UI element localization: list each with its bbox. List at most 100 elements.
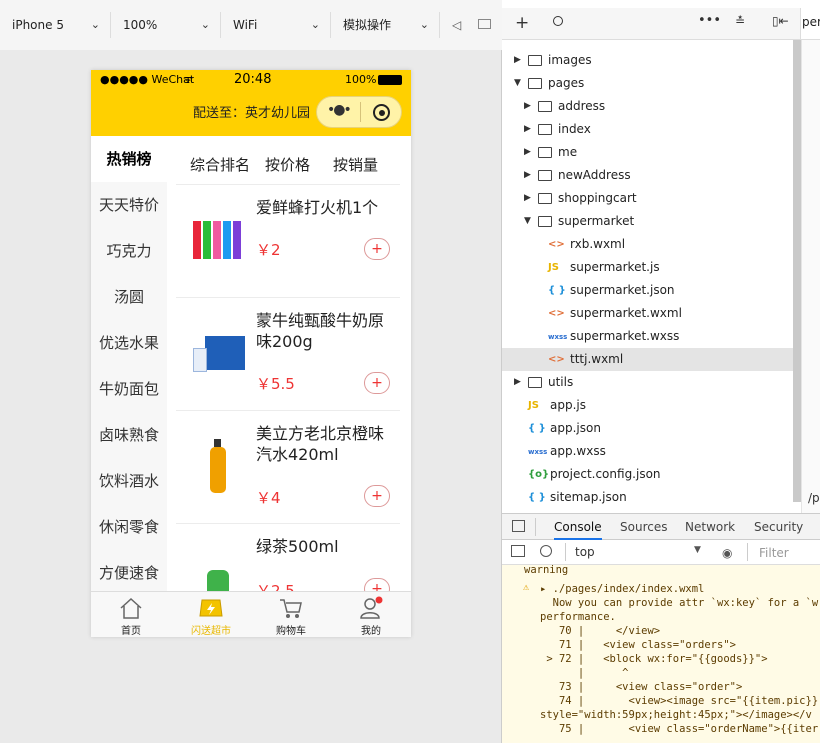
tree-folder-me[interactable]: ▶ me — [502, 141, 793, 164]
sort-tab-price[interactable]: 按价格 — [265, 154, 310, 175]
tree-file-tttj[interactable]: <> tttj.wxml — [502, 348, 793, 371]
sidebar-toggle-icon[interactable] — [511, 545, 525, 557]
nav-item-hot[interactable]: 热销榜 — [91, 136, 167, 182]
tree-file-sitemap[interactable]: { } sitemap.json — [502, 486, 793, 509]
folder-open-icon — [528, 78, 542, 89]
add-to-cart-button[interactable]: + — [364, 238, 390, 260]
nav-item[interactable]: 优选水果 — [91, 320, 167, 366]
product-card[interactable]: 蒙牛纯甄酸牛奶原味200g ￥5.5 + — [176, 298, 400, 411]
plus-icon[interactable]: + — [515, 13, 529, 33]
tab-home[interactable]: 首页 — [91, 592, 171, 637]
tree-folder-supermarket[interactable]: ▼ supermarket — [502, 210, 793, 233]
device-select[interactable]: iPhone 5 ⌄ — [0, 12, 111, 38]
speaker-icon[interactable]: ◁ — [452, 18, 461, 32]
console-line: Now you can provide attr `wx:key` for a … — [540, 597, 819, 609]
product-price: ￥2 — [256, 241, 281, 259]
capsule-divider — [360, 102, 361, 122]
console-line: 75 | <view class="orderName">{{iter — [540, 723, 819, 735]
search-icon[interactable] — [553, 16, 563, 26]
tab-me[interactable]: 我的 — [331, 592, 411, 637]
tree-folder-newaddress[interactable]: ▶ newAddress — [502, 164, 793, 187]
close-circle-icon[interactable] — [373, 104, 390, 121]
scrollbar[interactable] — [793, 40, 801, 502]
nav-item[interactable]: 方便速食 — [91, 550, 167, 596]
tab-label: 闪送超市 — [191, 626, 231, 637]
tab-sources[interactable]: Sources — [620, 514, 667, 540]
chevron-down-icon: ⌄ — [200, 18, 210, 31]
tree-file-supermarket-json[interactable]: { } supermarket.json — [502, 279, 793, 302]
inspect-icon[interactable] — [512, 520, 525, 532]
tree-file-supermarket-wxss[interactable]: wxss supermarket.wxss — [502, 325, 793, 348]
nav-item[interactable]: 天天特价 — [91, 182, 167, 228]
tree-label: images — [548, 53, 592, 67]
sort-tab-overall[interactable]: 综合排名 — [190, 154, 250, 175]
mini-program-capsule: •●• — [316, 96, 402, 128]
filter-input[interactable]: Filter — [759, 546, 789, 560]
tree-folder-shoppingcart[interactable]: ▶ shoppingcart — [502, 187, 793, 210]
network-select[interactable]: WiFi ⌄ — [221, 12, 331, 38]
nav-item[interactable]: 巧克力 — [91, 228, 167, 274]
product-name: 绿茶500ml — [256, 537, 339, 556]
tree-folder-index[interactable]: ▶ index — [502, 118, 793, 141]
zoom-select[interactable]: 100% ⌄ — [111, 12, 221, 38]
network-label: WiFi — [233, 18, 258, 32]
tree-file-app-js[interactable]: JS app.js — [502, 394, 793, 417]
editor-path-partial: /p — [808, 491, 820, 505]
tree-file-app-json[interactable]: { } app.json — [502, 417, 793, 440]
product-image-soda — [191, 439, 249, 493]
tab-network[interactable]: Network — [685, 514, 735, 540]
nav-item[interactable]: 牛奶面包 — [91, 366, 167, 412]
tree-label: utils — [548, 375, 574, 389]
device-label: iPhone 5 — [12, 18, 64, 32]
operation-select[interactable]: 模拟操作 ⌄ — [331, 12, 440, 38]
tree-file-app-wxss[interactable]: wxss app.wxss — [502, 440, 793, 463]
dropdown-arrow-icon[interactable]: ▼ — [694, 545, 701, 555]
add-to-cart-button[interactable]: + — [364, 485, 390, 507]
editor-tab-partial[interactable]: per — [802, 15, 820, 29]
folder-icon — [538, 170, 552, 181]
split-icon[interactable]: ▯⇤ — [772, 14, 789, 28]
nav-item[interactable]: 饮料酒水 — [91, 458, 167, 504]
tree-label: index — [558, 122, 591, 136]
delivery-address[interactable]: 配送至：英才幼儿园 — [193, 102, 310, 121]
tab-label: 购物车 — [276, 626, 306, 637]
tab-security[interactable]: Security — [754, 514, 803, 540]
console-line: | ^ — [540, 667, 629, 679]
nav-item[interactable]: 汤圆 — [91, 274, 167, 320]
tree-label: supermarket.js — [570, 260, 660, 274]
tree-label: pages — [548, 76, 585, 90]
folder-icon — [538, 147, 552, 158]
folder-icon — [538, 101, 552, 112]
add-to-cart-button[interactable]: + — [364, 372, 390, 394]
tree-label: sitemap.json — [550, 490, 627, 504]
sort-tab-sales[interactable]: 按销量 — [333, 154, 378, 175]
tab-cart[interactable]: 购物车 — [251, 592, 331, 637]
console-line[interactable]: ▸ ./pages/index/index.wxml — [540, 582, 704, 596]
tree-folder-utils[interactable]: ▶ utils — [502, 371, 793, 394]
more-icon[interactable]: ••• — [698, 13, 721, 28]
tree-folder-address[interactable]: ▶ address — [502, 95, 793, 118]
file-tree: /p ▶ images ▼ pages ▶ address ▶ index ▶ me ▶ n… — [502, 40, 820, 513]
tab-label: 首页 — [121, 626, 141, 637]
tree-file-supermarket-js[interactable]: JS supermarket.js — [502, 256, 793, 279]
folder-open-icon — [538, 216, 552, 227]
product-card[interactable]: 爱鲜蜂打火机1个 ￥2 + — [176, 185, 400, 298]
collapse-icon[interactable]: ≛ — [735, 14, 745, 28]
nav-item[interactable]: 卤味熟食 — [91, 412, 167, 458]
product-card[interactable]: 美立方老北京橙味汽水420ml ￥4 + — [176, 411, 400, 524]
nav-item[interactable]: 休闲零食 — [91, 504, 167, 550]
tree-file-project-config[interactable]: {o} project.config.json — [502, 463, 793, 486]
tab-console[interactable]: Console — [554, 514, 602, 540]
context-select[interactable]: top — [575, 545, 595, 559]
operation-label: 模拟操作 — [343, 18, 392, 32]
clear-console-icon[interactable] — [540, 545, 552, 557]
tree-file-supermarket-wxml[interactable]: <> supermarket.wxml — [502, 302, 793, 325]
tree-label: me — [558, 145, 578, 159]
tree-folder-images[interactable]: ▶ images — [502, 49, 793, 72]
eye-icon[interactable]: ◉ — [722, 546, 732, 560]
more-dots-icon[interactable]: •●• — [327, 102, 352, 118]
tree-folder-pages[interactable]: ▼ pages — [502, 72, 793, 95]
tree-file-rxb[interactable]: <> rxb.wxml — [502, 233, 793, 256]
tab-supermarket[interactable]: 闪送超市 — [171, 592, 251, 637]
window-icon[interactable] — [478, 19, 491, 29]
